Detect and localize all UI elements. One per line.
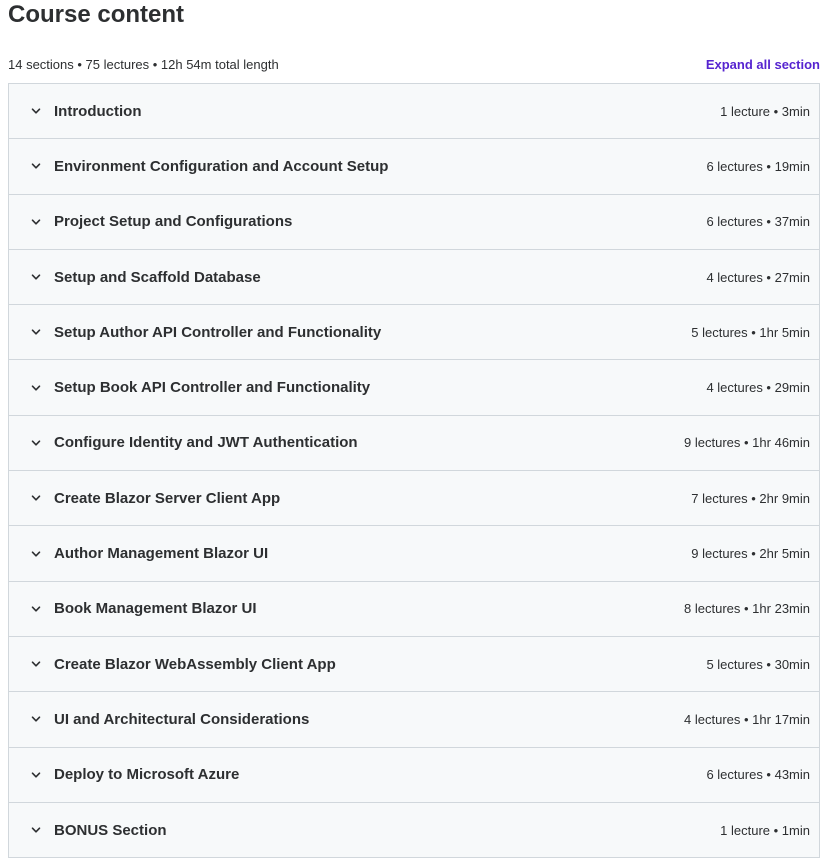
- section-row-4[interactable]: Setup and Scaffold Database 4 lectures •…: [9, 249, 819, 306]
- section-row-13[interactable]: Deploy to Microsoft Azure 6 lectures • 4…: [9, 747, 819, 803]
- course-summary: 14 sections • 75 lectures • 12h 54m tota…: [8, 56, 279, 72]
- chevron-down-icon[interactable]: [27, 489, 45, 507]
- chevron-down-icon[interactable]: [27, 379, 45, 397]
- section-title: Setup Book API Controller and Functional…: [54, 379, 371, 397]
- section-title: Create Blazor Server Client App: [54, 489, 281, 507]
- section-meta: 1 lecture • 3min: [720, 103, 810, 119]
- section-title: Project Setup and Configurations: [54, 213, 293, 231]
- section-meta: 8 lectures • 1hr 23min: [684, 601, 810, 617]
- chevron-down-icon[interactable]: [27, 102, 45, 120]
- section-meta: 1 lecture • 1min: [720, 822, 810, 838]
- course-sections-list: Introduction 1 lecture • 3min Environmen…: [8, 83, 820, 859]
- section-row-5[interactable]: Setup Author API Controller and Function…: [9, 305, 819, 361]
- chevron-down-icon[interactable]: [27, 710, 45, 728]
- section-meta: 5 lectures • 30min: [706, 656, 810, 672]
- section-meta: 6 lectures • 43min: [706, 767, 810, 783]
- section-row-10[interactable]: Book Management Blazor UI 8 lectures • 1…: [9, 581, 819, 637]
- section-title: BONUS Section: [54, 821, 167, 839]
- section-title: Book Management Blazor UI: [54, 600, 257, 618]
- section-row-3[interactable]: Project Setup and Configurations 6 lectu…: [9, 194, 819, 250]
- page-title: Course content: [8, 1, 185, 28]
- chevron-down-icon[interactable]: [27, 268, 45, 286]
- chevron-down-icon[interactable]: [27, 600, 45, 618]
- chevron-down-icon[interactable]: [27, 655, 45, 673]
- section-row-2[interactable]: Environment Configuration and Account Se…: [9, 139, 819, 195]
- section-meta: 6 lectures • 37min: [706, 214, 810, 230]
- section-row-1[interactable]: Introduction 1 lecture • 3min: [9, 84, 819, 140]
- chevron-down-icon[interactable]: [27, 545, 45, 563]
- section-title: UI and Architectural Considerations: [54, 710, 310, 728]
- chevron-down-icon[interactable]: [27, 157, 45, 175]
- section-title: Create Blazor WebAssembly Client App: [54, 655, 336, 673]
- course-summary-bar: 14 sections • 75 lectures • 12h 54m tota…: [8, 54, 820, 74]
- section-meta: 4 lectures • 27min: [706, 269, 810, 285]
- section-row-9[interactable]: Author Management Blazor UI 9 lectures •…: [9, 526, 819, 582]
- section-meta: 4 lectures • 1hr 17min: [684, 711, 810, 727]
- section-title: Deploy to Microsoft Azure: [54, 766, 240, 784]
- section-title: Setup Author API Controller and Function…: [54, 323, 382, 341]
- section-title: Introduction: [54, 102, 142, 120]
- section-row-7[interactable]: Configure Identity and JWT Authenticatio…: [9, 415, 819, 472]
- section-meta: 7 lectures • 2hr 9min: [691, 490, 810, 506]
- section-meta: 4 lectures • 29min: [706, 380, 810, 396]
- chevron-down-icon[interactable]: [27, 766, 45, 784]
- section-meta: 6 lectures • 19min: [706, 158, 810, 174]
- section-row-8[interactable]: Create Blazor Server Client App 7 lectur…: [9, 471, 819, 527]
- chevron-down-icon[interactable]: [27, 213, 45, 231]
- section-row-11[interactable]: Create Blazor WebAssembly Client App 5 l…: [9, 636, 819, 693]
- section-title: Setup and Scaffold Database: [54, 268, 261, 286]
- section-title: Author Management Blazor UI: [54, 545, 269, 563]
- section-meta: 9 lectures • 2hr 5min: [691, 546, 810, 562]
- expand-all-sections-button[interactable]: Expand all section: [706, 57, 820, 72]
- chevron-down-icon[interactable]: [27, 821, 45, 839]
- section-title: Configure Identity and JWT Authenticatio…: [54, 434, 358, 452]
- section-meta: 9 lectures • 1hr 46min: [684, 435, 810, 451]
- section-title: Environment Configuration and Account Se…: [54, 157, 389, 175]
- section-row-12[interactable]: UI and Architectural Considerations 4 le…: [9, 692, 819, 748]
- chevron-down-icon[interactable]: [27, 434, 45, 452]
- section-row-6[interactable]: Setup Book API Controller and Functional…: [9, 360, 819, 416]
- section-meta: 5 lectures • 1hr 5min: [691, 324, 810, 340]
- section-row-14[interactable]: BONUS Section 1 lecture • 1min: [9, 802, 819, 859]
- chevron-down-icon[interactable]: [27, 323, 45, 341]
